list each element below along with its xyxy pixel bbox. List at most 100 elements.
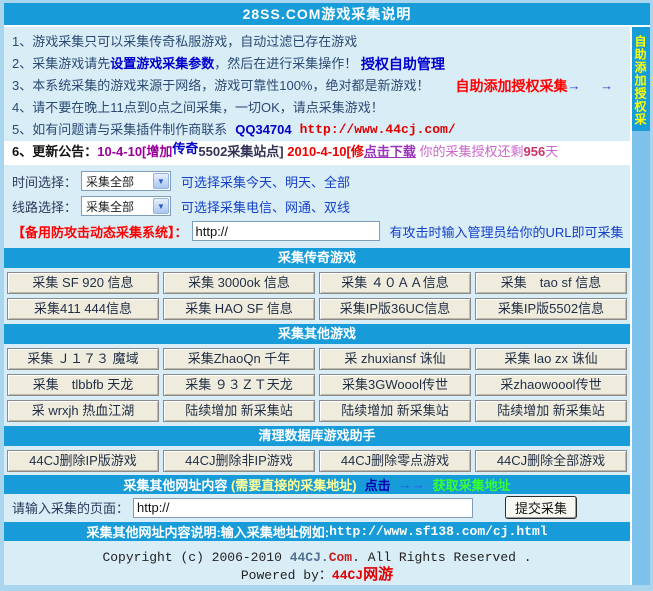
copyright-line: Copyright (c) 2006-2010 44CJ.Com. All Ri…	[4, 549, 630, 567]
collect-button[interactable]: 采集IP版36UC信息	[319, 298, 471, 320]
collect-button[interactable]: 采集 HAO SF 信息	[163, 298, 315, 320]
submit-collect-button[interactable]: 提交采集	[505, 496, 577, 519]
collect-button[interactable]: 采集 3000ok 信息	[163, 272, 315, 294]
instruction-text: 3、本系统采集的游戏来源于网络，游戏可靠性100%，绝对都是新游戏！	[12, 75, 429, 97]
click-link[interactable]: 点击	[365, 475, 391, 494]
button-row: 采集411 444信息 采集 HAO SF 信息 采集IP版36UC信息 采集I…	[4, 298, 630, 320]
time-filter-row: 时间选择： 采集全部 ▼ 可选择采集今天、明天、全部	[12, 171, 630, 191]
collect-button[interactable]: 采集 Ｊ１７３ 魔域	[7, 348, 159, 370]
main-content: 1、游戏采集只可以采集传奇私服游戏，自动过滤已存在游戏 2、采集游戏请先设置游戏…	[4, 27, 632, 585]
submit-row: 请输入采集的页面： 提交采集	[4, 495, 630, 520]
get-collect-address-link[interactable]: 获取采集地址	[433, 475, 511, 494]
chevron-down-icon[interactable]: ▼	[153, 198, 169, 214]
delete-button[interactable]: 44CJ删除零点游戏	[319, 450, 471, 472]
page-input-label: 请输入采集的页面：	[12, 498, 129, 517]
auth-remaining-days: 956	[524, 141, 546, 163]
button-row: 44CJ删除IP版游戏 44CJ删除非IP游戏 44CJ删除零点游戏 44CJ删…	[4, 450, 630, 472]
announcement-date-2: 2010-4-10[修	[287, 141, 364, 163]
backup-url-input[interactable]	[192, 221, 380, 241]
announcement-date-1: 10-4-10[增加	[97, 141, 172, 163]
button-row: 采集 SF 920 信息 采集 3000ok 信息 采集 ４０ＡＡ信息 采集 t…	[4, 272, 630, 294]
collect-button[interactable]: 采集 tlbbfb 天龙	[7, 374, 159, 396]
filters-panel: 时间选择： 采集全部 ▼ 可选择采集今天、明天、全部 线路选择： 采集全部 ▼ …	[4, 165, 630, 246]
line-select-value: 采集全部	[82, 198, 153, 215]
instruction-line-5: 5、如有问题请与采集插件制作商联系 QQ34704 http://www.44c…	[12, 119, 630, 141]
section-header-other-games: 采集其他游戏	[4, 324, 630, 344]
brand-44cj: 44CJ.	[290, 550, 329, 565]
collect-button[interactable]: 采 zhuxiansf 诛仙	[319, 348, 471, 370]
time-filter-hint: 可选择采集今天、明天、全部	[181, 172, 350, 191]
other-url-bar: 采集其他网址内容 (需要直接的采集地址) 点击 →→ 获取采集地址	[4, 475, 630, 494]
collect-button[interactable]: 采集IP版5502信息	[475, 298, 627, 320]
qq-contact-link[interactable]: QQ34704	[235, 119, 291, 141]
section-header-db-cleaner: 清理数据库游戏助手	[4, 426, 630, 446]
click-download-link[interactable]: 点击下载	[364, 141, 416, 163]
announcement-game: 传奇	[172, 138, 198, 160]
note-bar: 采集其他网址内容说明:输入采集地址例如: http://www.sf138.co…	[4, 522, 630, 541]
announcement-marquee: 6、更新公告： 10-4-10[增加 传奇 5502采集站点] 2010-4-1…	[4, 141, 630, 163]
delete-button[interactable]: 44CJ删除非IP游戏	[163, 450, 315, 472]
instruction-line-4: 4、请不要在晚上11点到0点之间采集，一切OK，请点采集游戏！	[12, 97, 630, 119]
copyright-text: . All Rights Reserved .	[352, 550, 531, 565]
powered-brand-cn-link[interactable]: 网游	[363, 567, 393, 584]
line-select[interactable]: 采集全部 ▼	[81, 196, 171, 216]
self-add-auth-promo[interactable]: 自助添加授权采集	[455, 75, 567, 97]
delete-button[interactable]: 44CJ删除全部游戏	[475, 450, 627, 472]
auth-self-manage-link[interactable]: 授权自助管理	[361, 53, 445, 75]
page: 28SS.COM游戏采集说明 1、游戏采集只可以采集传奇私服游戏，自动过滤已存在…	[0, 0, 653, 591]
delete-button[interactable]: 44CJ删除IP版游戏	[7, 450, 159, 472]
collect-button[interactable]: 陆续增加 新采集站	[163, 400, 315, 422]
line-filter-hint: 可选择采集电信、网通、双线	[181, 197, 350, 216]
set-collect-params-link[interactable]: 设置游戏采集参数	[110, 53, 214, 75]
collect-button[interactable]: 采集ZhaoQn 千年	[163, 348, 315, 370]
44cj-url-link[interactable]: http://www.44cj.com/	[300, 119, 456, 141]
example-url: http://www.sf138.com/cj.html	[329, 524, 547, 539]
arrow-right-icons: →→	[399, 477, 425, 492]
auth-remaining-text: 你的采集授权还剩	[416, 141, 524, 163]
collect-button[interactable]: 采集411 444信息	[7, 298, 159, 320]
collect-button[interactable]: 陆续增加 新采集站	[475, 400, 627, 422]
line-filter-row: 线路选择： 采集全部 ▼ 可选择采集电信、网通、双线	[12, 196, 630, 216]
instruction-line-3: 3、本系统采集的游戏来源于网络，游戏可靠性100%，绝对都是新游戏！ 自助添加授…	[12, 75, 630, 97]
footer: Copyright (c) 2006-2010 44CJ.Com. All Ri…	[4, 541, 630, 585]
time-filter-label: 时间选择：	[12, 172, 77, 191]
instruction-text: ，然后在进行采集操作！	[214, 53, 361, 75]
collect-button[interactable]: 采集 SF 920 信息	[7, 272, 159, 294]
collect-button[interactable]: 采集 tao sf 信息	[475, 272, 627, 294]
collect-button[interactable]: 采集3GWoool传世	[319, 374, 471, 396]
backup-system-row: 【备用防攻击动态采集系统】： 有攻击时输入管理员给你的URL即可采集	[12, 221, 630, 241]
collect-button[interactable]: 采集 lao zx 诛仙	[475, 348, 627, 370]
auth-remaining-unit: 天	[545, 141, 558, 163]
collect-button[interactable]: 采集 ９３ＺＴ天龙	[163, 374, 315, 396]
collect-button[interactable]: 采集 ４０ＡＡ信息	[319, 272, 471, 294]
brand-com: Com	[329, 550, 352, 565]
line-filter-label: 线路选择：	[12, 197, 77, 216]
powered-text: Powered by：	[241, 568, 332, 583]
powered-line: Powered by：44CJ网游	[4, 567, 630, 585]
backup-system-label: 【备用防攻击动态采集系统】：	[12, 222, 188, 241]
instruction-line-2: 2、采集游戏请先设置游戏采集参数，然后在进行采集操作！ 授权自助管理	[12, 53, 630, 75]
collect-button[interactable]: 采 wrxjh 热血江湖	[7, 400, 159, 422]
page-body: 1、游戏采集只可以采集传奇私服游戏，自动过滤已存在游戏 2、采集游戏请先设置游戏…	[4, 27, 650, 585]
time-select-value: 采集全部	[82, 173, 153, 190]
button-row: 采 wrxjh 热血江湖 陆续增加 新采集站 陆续增加 新采集站 陆续增加 新采…	[4, 400, 630, 422]
announcement-label: 6、更新公告：	[12, 141, 97, 163]
button-row: 采集 Ｊ１７３ 魔域 采集ZhaoQn 千年 采 zhuxiansf 诛仙 采集…	[4, 348, 630, 370]
powered-brand-link[interactable]: 44CJ	[332, 568, 363, 583]
instruction-text: 2、采集游戏请先	[12, 53, 110, 75]
collect-button[interactable]: 陆续增加 新采集站	[319, 400, 471, 422]
sidebar-vertical-banner[interactable]: 自助添加授权采集	[632, 27, 650, 131]
page-title: 28SS.COM游戏采集说明	[243, 6, 412, 22]
button-row: 采集 tlbbfb 天龙 采集 ９３ＺＴ天龙 采集3GWoool传世 采zhao…	[4, 374, 630, 396]
time-select[interactable]: 采集全部 ▼	[81, 171, 171, 191]
collect-button[interactable]: 采zhaowoool传世	[475, 374, 627, 396]
other-url-paren: (需要直接的采集地址)	[231, 475, 357, 494]
chevron-down-icon[interactable]: ▼	[153, 173, 169, 189]
note-bar-text: 采集其他网址内容说明:输入采集地址例如:	[86, 522, 329, 541]
collect-page-input[interactable]	[133, 498, 473, 518]
announcement-site: 5502采集站点]	[198, 141, 287, 163]
instruction-text: 4、请不要在晚上11点到0点之间采集，一切OK，请点采集游戏！	[12, 97, 384, 119]
page-title-bar: 28SS.COM游戏采集说明	[4, 3, 650, 27]
instruction-line-1: 1、游戏采集只可以采集传奇私服游戏，自动过滤已存在游戏	[12, 31, 630, 53]
backup-system-hint: 有攻击时输入管理员给你的URL即可采集	[390, 222, 624, 241]
